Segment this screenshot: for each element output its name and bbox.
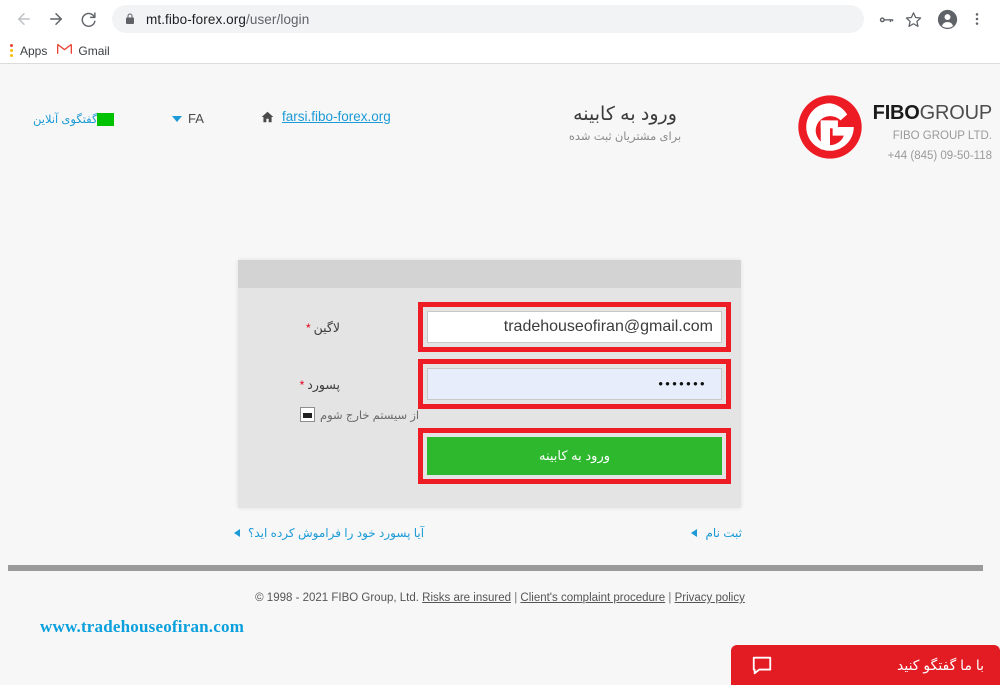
brand-name: FIBOGROUP	[872, 102, 993, 124]
footer-divider	[8, 565, 983, 571]
register-link-label: ثبت نام	[705, 526, 742, 540]
lock-icon	[124, 13, 136, 25]
address-bar[interactable]: mt.fibo-forex.org/user/login	[112, 5, 864, 33]
chat-bubble-icon	[751, 654, 773, 676]
language-selector[interactable]: FA	[172, 111, 204, 126]
login-submit-button[interactable]: ورود به کابینه	[427, 437, 722, 475]
brand-block: FIBOGROUP FIBO GROUP LTD. +44 (845) 09-5…	[797, 92, 992, 164]
password-field-wrap: •••••••	[418, 359, 731, 409]
bookmark-gmail-label: Gmail	[78, 43, 110, 58]
home-icon	[260, 110, 275, 124]
reload-icon	[81, 11, 96, 27]
footer-link-privacy[interactable]: Privacy policy	[675, 592, 745, 604]
footer-link-risks[interactable]: Risks are insured	[422, 592, 511, 604]
login-label-text: لاگین	[313, 320, 340, 335]
brand-name-light: GROUP	[919, 102, 993, 124]
remember-checkbox[interactable]	[300, 407, 315, 422]
browser-chrome: mt.fibo-forex.org/user/login Apps Gmail	[0, 0, 1000, 64]
auxiliary-links: ثبت نام آیا پسورد خود را فراموش کرده اید…	[0, 526, 1000, 546]
submit-highlight: ورود به کابینه	[418, 428, 731, 484]
remember-inner: از سیستم خارج شوم	[300, 407, 619, 422]
chat-widget[interactable]: با ما گفتگو کنید	[731, 645, 1000, 685]
site-header: گفتگوی آنلاین FA farsi.fibo-forex.org ور…	[0, 64, 1000, 174]
forgot-password-link[interactable]: آیا پسورد خود را فراموش کرده اید؟	[234, 526, 424, 540]
brand-name-bold: FIBO	[872, 102, 920, 124]
login-card-header	[238, 260, 741, 288]
triangle-right-icon	[234, 529, 240, 537]
submit-wrap: ورود به کابینه	[418, 428, 731, 484]
browser-menu-button[interactable]	[964, 6, 990, 32]
gmail-icon	[57, 43, 73, 58]
password-label-text: پسورد	[307, 377, 340, 392]
remember-label: از سیستم خارج شوم	[320, 409, 420, 422]
star-icon	[905, 11, 921, 27]
page-title-main: ورود به کابینه	[573, 104, 677, 125]
online-chat-link[interactable]: گفتگوی آنلاین	[33, 112, 115, 126]
login-field-wrap	[418, 302, 731, 352]
site-home-link[interactable]: farsi.fibo-forex.org	[260, 109, 391, 124]
login-input[interactable]	[427, 311, 722, 343]
browser-toolbar: mt.fibo-forex.org/user/login	[0, 0, 1000, 38]
language-label: FA	[188, 111, 204, 126]
forward-button[interactable]	[42, 5, 70, 33]
login-required-star: *	[305, 320, 311, 335]
url-text: mt.fibo-forex.org/user/login	[146, 12, 309, 27]
bookmark-gmail[interactable]: Gmail	[55, 40, 117, 62]
password-required-star: *	[299, 377, 305, 392]
url-host: mt.fibo-forex.org	[146, 11, 246, 27]
reload-button[interactable]	[74, 5, 102, 33]
apps-grid-icon	[10, 44, 14, 57]
password-field-row: پسورد* •••••••	[238, 359, 741, 409]
login-field-label: لاگین*	[238, 320, 356, 335]
brand-phone: +44 (845) 09-50-118	[887, 150, 992, 162]
site-home-link-label[interactable]: farsi.fibo-forex.org	[282, 109, 391, 124]
login-card-body: لاگین* پسورد*	[238, 288, 741, 508]
page-title: ورود به کابینه برای مشتریان ثبت شده	[520, 102, 730, 146]
triangle-right-icon	[691, 529, 698, 537]
key-icon	[879, 16, 893, 22]
online-chat-label: گفتگوی آنلاین	[33, 114, 98, 126]
register-link[interactable]: ثبت نام	[691, 526, 742, 540]
footer-copyright: © 1998 - 2021 FIBO Group, Ltd.	[255, 592, 419, 604]
password-field-label: پسورد*	[238, 377, 356, 392]
bookmark-star-button[interactable]	[900, 6, 926, 32]
bookmark-apps-label: Apps	[20, 43, 48, 58]
page-title-sub: برای مشتریان ثبت شده	[568, 131, 682, 143]
back-button[interactable]	[10, 5, 38, 33]
bookmarks-bar: Apps Gmail	[0, 38, 1000, 63]
bookmark-apps[interactable]: Apps	[8, 40, 55, 62]
remember-row: از سیستم خارج شوم	[238, 407, 741, 422]
arrow-right-icon	[50, 13, 62, 25]
account-icon	[937, 9, 957, 29]
online-status-indicator-icon	[97, 112, 115, 126]
footer: © 1998 - 2021 FIBO Group, Ltd. Risks are…	[0, 592, 1000, 604]
three-dot-menu-icon	[975, 13, 979, 25]
screenshot-root: mt.fibo-forex.org/user/login Apps Gmail …	[0, 0, 1000, 685]
login-card: لاگین* پسورد*	[238, 260, 741, 508]
chat-widget-label: با ما گفتگو کنید	[897, 656, 984, 673]
brand-company: FIBO GROUP LTD.	[892, 130, 992, 142]
watermark-url: www.tradehouseofiran.com	[40, 617, 245, 636]
url-path: /user/login	[245, 11, 310, 27]
footer-separator-1: |	[514, 592, 518, 604]
fibo-group-logo-icon	[797, 95, 862, 159]
password-key-button[interactable]	[872, 6, 898, 32]
login-field-row: لاگین*	[238, 302, 741, 352]
profile-avatar-button[interactable]	[934, 6, 960, 32]
password-field-highlight: •••••••	[418, 359, 731, 409]
brand-text: FIBOGROUP FIBO GROUP LTD. +44 (845) 09-5…	[872, 92, 993, 164]
form-spacer	[238, 352, 741, 359]
arrow-left-icon	[18, 13, 30, 25]
password-input[interactable]: •••••••	[427, 368, 722, 400]
forgot-password-label: آیا پسورد خود را فراموش کرده اید؟	[248, 526, 425, 540]
footer-separator-2: |	[668, 592, 672, 604]
page-content: گفتگوی آنلاین FA farsi.fibo-forex.org ور…	[0, 64, 1000, 685]
chevron-down-icon	[172, 115, 182, 122]
login-field-highlight	[418, 302, 731, 352]
footer-link-complaint[interactable]: Client's complaint procedure	[520, 592, 665, 604]
submit-row: ورود به کابینه	[238, 422, 741, 484]
password-masked-value: •••••••	[658, 376, 707, 391]
